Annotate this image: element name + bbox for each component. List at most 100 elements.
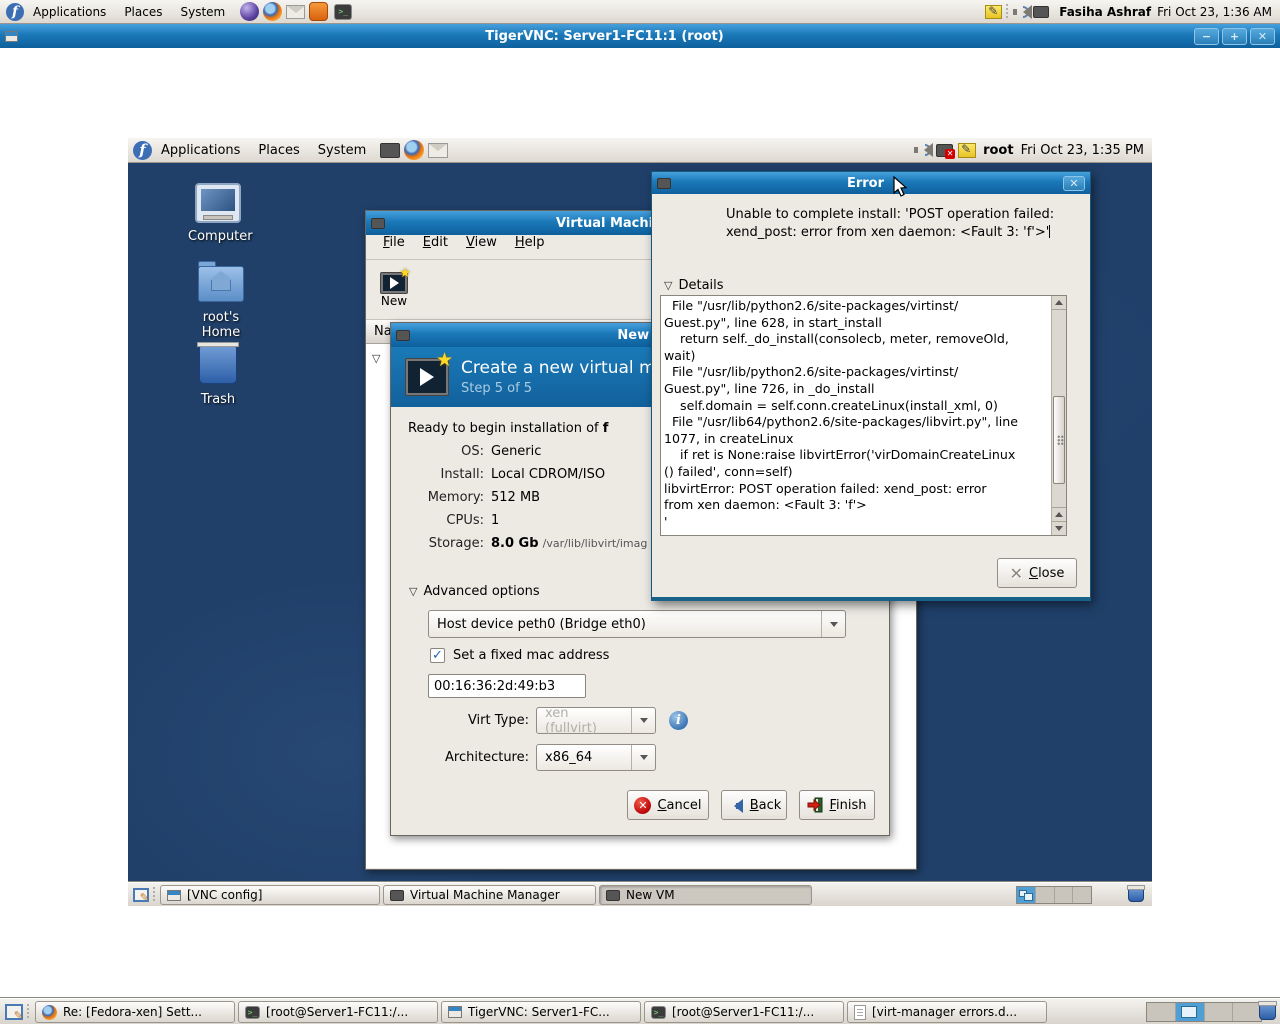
- notes-icon[interactable]: [985, 5, 1002, 19]
- workspace-3[interactable]: [1205, 1003, 1234, 1021]
- close-dialog-button[interactable]: Close: [997, 558, 1077, 588]
- details-traceback: File "/usr/lib/python2.6/site-packages/v…: [664, 298, 1048, 533]
- summary-value: Local CDROM/ISO: [491, 467, 605, 482]
- workspace-switcher[interactable]: [1146, 1002, 1262, 1022]
- notes-icon[interactable]: [958, 143, 976, 158]
- mac-checkbox-row[interactable]: Set a fixed mac address: [430, 648, 609, 663]
- monitor-icon: [606, 890, 620, 901]
- minimize-button[interactable]: [1194, 28, 1219, 45]
- vmm-menu-help[interactable]: Help: [506, 235, 554, 259]
- vmm-menu-view[interactable]: View: [457, 235, 506, 259]
- workspace-1[interactable]: [1147, 1003, 1176, 1021]
- taskbar-button-terminal-2[interactable]: [root@Server1-FC11:/...: [644, 1001, 844, 1023]
- error-close-button[interactable]: [1063, 176, 1085, 191]
- taskbar-button-new-vm[interactable]: New VM: [599, 885, 812, 905]
- info-icon[interactable]: [669, 711, 688, 730]
- scroll-down-arrow[interactable]: [1052, 521, 1066, 535]
- details-scrollbar[interactable]: [1051, 296, 1066, 535]
- mail-clock-icon[interactable]: [428, 143, 448, 158]
- mail-clock-icon[interactable]: [286, 5, 305, 19]
- mac-checkbox[interactable]: [430, 648, 445, 663]
- taskbar-button-vnc-config[interactable]: [VNC config]: [160, 885, 380, 905]
- desktop-icon-trash[interactable]: Trash: [188, 346, 248, 407]
- details-expander[interactable]: Details: [664, 278, 724, 293]
- summary-label: Storage:: [396, 536, 484, 551]
- vmm-new-button[interactable]: ★ New: [372, 272, 416, 308]
- architecture-select[interactable]: x86_64: [536, 744, 656, 771]
- row-expander-icon[interactable]: ▽: [372, 352, 380, 365]
- workspace-1[interactable]: [1017, 887, 1036, 903]
- scroll-up-arrow[interactable]: [1052, 296, 1066, 310]
- vnc-window-titlebar[interactable]: TigerVNC: Server1-FC11:1 (root): [0, 24, 1280, 48]
- workspace-2[interactable]: [1036, 887, 1055, 903]
- maximize-button[interactable]: [1222, 28, 1247, 45]
- summary-value: 512 MB: [491, 490, 540, 505]
- workspace-4[interactable]: [1233, 1003, 1261, 1021]
- taskbar-button-errors-doc[interactable]: [virt-manager errors.d...: [847, 1001, 1047, 1023]
- close-x-icon: [1010, 564, 1023, 583]
- network-error-icon[interactable]: [936, 144, 953, 157]
- orange-app-icon[interactable]: [309, 2, 328, 21]
- show-desktop-icon[interactable]: [5, 1004, 23, 1020]
- scroll-thumb[interactable]: [1053, 396, 1065, 484]
- host-device-select[interactable]: Host device peth0 (Bridge eth0): [428, 610, 846, 638]
- taskbar-button-terminal-1[interactable]: [root@Server1-FC11:/...: [238, 1001, 438, 1023]
- taskbar-button-mail[interactable]: Re: [Fedora-xen] Sett...: [35, 1001, 235, 1023]
- host-menu-places[interactable]: Places: [115, 0, 171, 23]
- workspace-switcher[interactable]: [1016, 886, 1092, 904]
- create-vm-icon: ★: [405, 358, 449, 396]
- details-box[interactable]: File "/usr/lib/python2.6/site-packages/v…: [660, 295, 1067, 536]
- host-menu-applications[interactable]: Applications: [24, 0, 115, 23]
- scroll-up-arrow-2[interactable]: [1052, 507, 1066, 521]
- speaker-icon[interactable]: [914, 142, 931, 159]
- remote-menu-applications[interactable]: Applications: [152, 138, 249, 162]
- host-menu-system[interactable]: System: [171, 0, 234, 23]
- workspace-3[interactable]: [1055, 887, 1074, 903]
- close-button[interactable]: [1250, 28, 1275, 45]
- remote-menu-system[interactable]: System: [309, 138, 375, 162]
- app-sphere-icon[interactable]: [240, 2, 259, 21]
- terminal-icon[interactable]: [334, 4, 352, 20]
- desktop-icon-computer[interactable]: Computer: [188, 183, 248, 244]
- host-clock[interactable]: Fri Oct 23, 1:36 AM: [1157, 5, 1272, 19]
- remote-clock[interactable]: Fri Oct 23, 1:35 PM: [1021, 143, 1144, 158]
- taskbar-trash-icon[interactable]: [1128, 887, 1144, 902]
- remote-username[interactable]: root: [983, 143, 1014, 158]
- firefox-icon[interactable]: [404, 140, 424, 160]
- host-username[interactable]: Fasiha Ashraf: [1059, 5, 1151, 19]
- firefox-icon[interactable]: [263, 2, 282, 21]
- workspace-4[interactable]: [1073, 887, 1091, 903]
- remote-menu-places[interactable]: Places: [249, 138, 308, 162]
- taskbar-button-vmm[interactable]: Virtual Machine Manager: [383, 885, 596, 905]
- advanced-options-expander[interactable]: Advanced options: [409, 584, 540, 599]
- workspace-2[interactable]: [1176, 1003, 1205, 1021]
- vmm-menu-file[interactable]: File: [374, 235, 414, 259]
- speaker-icon[interactable]: [1013, 4, 1029, 20]
- vnc-window-icon[interactable]: [5, 31, 18, 42]
- trash-icon: [199, 346, 237, 384]
- back-button[interactable]: Back: [721, 790, 787, 820]
- summary-label: CPUs:: [396, 513, 484, 528]
- host-top-panel: f Applications Places System Fasiha Ashr…: [0, 0, 1280, 24]
- virt-type-select: xen (fullvirt): [536, 707, 656, 734]
- fedora-logo-icon[interactable]: f: [133, 141, 152, 160]
- terminal-icon: [651, 1006, 666, 1019]
- chevron-down-icon: [821, 611, 845, 637]
- cancel-icon: [634, 797, 651, 814]
- fedora-logo-icon[interactable]: f: [6, 3, 24, 21]
- show-desktop-icon[interactable]: [133, 888, 149, 902]
- finish-button[interactable]: Finish: [799, 790, 875, 820]
- vm-name: f: [603, 421, 609, 436]
- displays-icon[interactable]: [1033, 6, 1049, 18]
- cancel-button[interactable]: Cancel: [627, 790, 709, 820]
- taskbar-trash-icon[interactable]: [1259, 1003, 1276, 1020]
- mac-checkbox-label: Set a fixed mac address: [453, 648, 609, 663]
- taskbar-button-tigervnc[interactable]: TigerVNC: Server1-FC...: [441, 1001, 641, 1023]
- text-caret: [1049, 225, 1050, 238]
- window-icon: [448, 1006, 462, 1018]
- vmm-menu-edit[interactable]: Edit: [414, 235, 457, 259]
- error-titlebar[interactable]: Error: [652, 172, 1090, 194]
- desktop-icon-home[interactable]: root's Home: [186, 266, 256, 340]
- vmm-launcher-icon[interactable]: [380, 143, 400, 158]
- mac-address-input[interactable]: [428, 674, 586, 698]
